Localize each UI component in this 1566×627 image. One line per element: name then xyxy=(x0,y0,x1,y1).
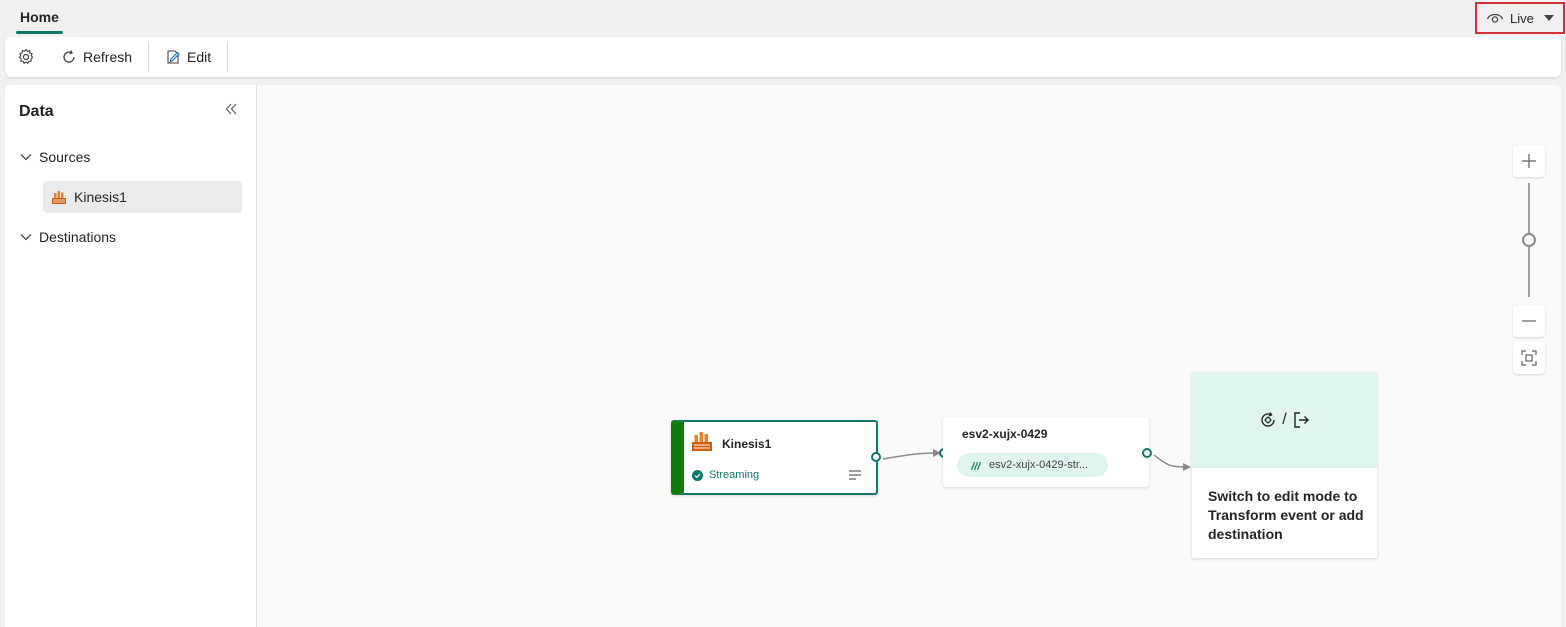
stream-chip[interactable]: esv2-xujx-0429-str... xyxy=(957,453,1108,477)
destination-icons: / xyxy=(1192,372,1377,468)
eventstream-icon xyxy=(971,461,981,471)
details-menu-icon[interactable] xyxy=(848,469,862,481)
transform-icon xyxy=(1261,412,1275,427)
source-output-port[interactable] xyxy=(871,452,881,462)
source-node-title: Kinesis1 xyxy=(722,437,772,451)
chevron-down-icon xyxy=(20,154,32,161)
toolbar-divider xyxy=(227,42,229,72)
zoom-in-button[interactable] xyxy=(1513,145,1545,177)
live-mode-label: Live xyxy=(1510,10,1534,26)
fit-screen-icon xyxy=(1521,350,1537,366)
plus-icon xyxy=(1522,154,1536,168)
check-circle-icon xyxy=(692,469,703,481)
stream-node-title: esv2-xujx-0429 xyxy=(962,427,1048,441)
zoom-out-button[interactable] xyxy=(1513,305,1545,337)
fit-to-screen-button[interactable] xyxy=(1513,342,1545,374)
eye-icon xyxy=(1486,13,1504,23)
source-status: Streaming xyxy=(692,469,759,481)
kinesis-icon xyxy=(52,191,66,204)
edge-stream-to-dest xyxy=(1153,454,1188,468)
chevron-down-icon xyxy=(20,234,32,241)
chevron-down-icon xyxy=(1543,15,1554,21)
toolbar-divider xyxy=(148,42,150,72)
stream-node[interactable]: esv2-xujx-0429 esv2-xujx-0429-str... xyxy=(943,417,1149,487)
gear-icon xyxy=(18,48,34,64)
stream-chip-label: esv2-xujx-0429-str... xyxy=(989,459,1089,471)
destination-placeholder: / Switch to edit mode to Transform event… xyxy=(1192,372,1377,558)
edge-source-to-stream xyxy=(882,452,938,460)
live-mode-dropdown[interactable]: Live xyxy=(1475,2,1565,34)
toolbar: Refresh Edit xyxy=(5,37,1561,77)
pipeline-canvas[interactable]: Kinesis1 Streaming esv2-xujx-0429 esv2-x… xyxy=(257,85,1561,627)
sidebar-item-label: Kinesis1 xyxy=(74,189,127,205)
sidebar-title: Data xyxy=(19,103,54,120)
destinations-section[interactable]: Destinations xyxy=(19,229,116,245)
edit-icon xyxy=(167,50,180,64)
tab-home[interactable]: Home xyxy=(16,0,63,34)
output-icon xyxy=(1294,412,1309,428)
tab-bar: Home Live xyxy=(0,0,1566,36)
edit-button[interactable]: Edit xyxy=(155,37,221,77)
minus-icon xyxy=(1522,320,1536,322)
sources-label: Sources xyxy=(39,149,91,165)
edge-arrow xyxy=(1183,463,1191,471)
destination-separator: / xyxy=(1282,411,1287,428)
refresh-label: Refresh xyxy=(83,49,133,65)
refresh-icon xyxy=(63,50,75,63)
stream-output-port[interactable] xyxy=(1142,448,1152,458)
destination-message: Switch to edit mode to Transform event o… xyxy=(1208,488,1364,542)
kinesis-icon xyxy=(692,432,712,451)
source-status-label: Streaming xyxy=(709,469,760,481)
edit-label: Edit xyxy=(187,49,212,65)
main-area: Data Sources Kinesis1 Destinations Kines… xyxy=(5,85,1561,627)
sidebar-item-kinesis1[interactable]: Kinesis1 xyxy=(43,181,242,213)
settings-button[interactable] xyxy=(5,37,51,77)
data-sidebar: Data Sources Kinesis1 Destinations xyxy=(5,85,257,627)
zoom-slider-thumb[interactable] xyxy=(1522,233,1536,247)
sources-section[interactable]: Sources xyxy=(19,149,90,165)
collapse-sidebar-icon[interactable] xyxy=(223,101,239,117)
refresh-button[interactable]: Refresh xyxy=(51,37,142,77)
source-node-kinesis1[interactable]: Kinesis1 Streaming xyxy=(671,420,878,495)
destinations-label: Destinations xyxy=(39,229,117,245)
